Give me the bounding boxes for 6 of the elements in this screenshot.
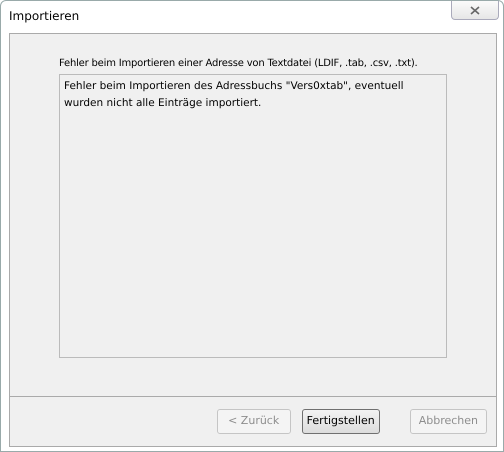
close-icon [470,6,480,14]
error-heading: Fehler beim Importieren einer Adresse von Textdatei (LDIF, .tab, .csv, .txt). [59,57,419,71]
window-title: Importieren [9,8,80,25]
finish-button[interactable]: Fertigstellen [302,409,380,434]
message-box: Fehler beim Importieren des Adressbuchs "Vers0xtab", eventuell wurden nicht alle Einträge importiert. [59,74,447,358]
close-button[interactable] [451,1,499,20]
